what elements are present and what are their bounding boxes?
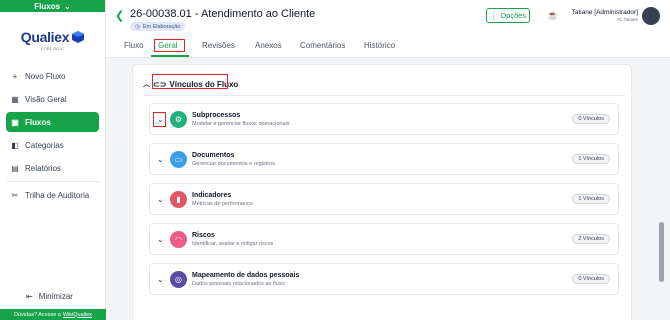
count-badge: 1 Vínculos [572, 154, 610, 164]
audit-icon: ✂ [11, 190, 19, 200]
count-badge: 0 Vínculos [572, 114, 610, 124]
page-header: ❮ 26-00038.01 - Atendimento ao Cliente ◷… [106, 0, 670, 36]
user-name: Tatiane [Administrador] [571, 9, 638, 16]
tab-historico[interactable]: Histórico [364, 41, 395, 50]
avatar[interactable] [642, 7, 660, 25]
logo-icon [72, 31, 85, 43]
tab-bar: Fluxo Geral Revisões Anexos Comentários … [106, 36, 670, 58]
sidebar-item-relatorios[interactable]: ▤ Relatórios [6, 158, 99, 178]
tab-revisoes[interactable]: Revisões [202, 41, 235, 50]
sidebar-item-label: Categorias [25, 140, 64, 150]
row-title: Riscos [192, 232, 215, 239]
report-icon: ▤ [11, 163, 19, 173]
chevron-down-icon: ⌄ [64, 1, 71, 11]
flow-icon: ▣ [11, 117, 19, 127]
sidebar-item-label: Relatórios [25, 163, 62, 173]
row-title: Mapeamento de dados pessoais [192, 272, 300, 279]
row-title: Documentos [192, 152, 235, 159]
options-button[interactable]: ⋮ Opções [486, 8, 530, 23]
sidebar-item-fluxos[interactable]: ▣ Fluxos [6, 112, 99, 132]
database-icon: ◎ [170, 271, 187, 288]
highlight-box [154, 39, 185, 52]
chevron-down-icon[interactable]: ⌄ [157, 155, 164, 164]
sidebar-item-visao-geral[interactable]: ▦ Visão Geral [6, 89, 99, 109]
module-label: Fluxos [34, 1, 61, 11]
tab-fluxo[interactable]: Fluxo [124, 41, 144, 50]
sidebar-nav: + Novo Fluxo ▦ Visão Geral ▣ Fluxos ◧ Ca… [0, 66, 105, 205]
sidebar-item-label: Fluxos [25, 117, 51, 127]
sidebar: Fluxos ⌄ Qualiex FORLOGIC + Novo Fluxo ▦… [0, 0, 106, 320]
main-content: ︿ ⊂⊃ Vínculos do Fluxo ⌄ ⚙ Subprocessos … [106, 58, 654, 320]
chevron-up-icon: ︿ [143, 81, 150, 88]
row-description: Métricas de performance [192, 201, 253, 207]
link-row-subprocessos[interactable]: ⌄ ⚙ Subprocessos Modelar e gerenciar flu… [149, 103, 619, 135]
row-description: Gerenciar documentos e registros [192, 161, 275, 167]
help-text: Dúvidas? Acesse a [14, 311, 61, 318]
active-tab-indicator [151, 55, 189, 57]
clock-icon: ◷ [135, 23, 140, 30]
row-title: Indicadores [192, 192, 232, 199]
count-badge: 1 Vínculos [572, 194, 610, 204]
back-arrow-icon[interactable]: ❮ [115, 9, 124, 22]
folder-icon: ▭ [170, 151, 187, 168]
status-label: Em Elaboração [142, 23, 181, 30]
options-label: Opções [500, 11, 527, 20]
row-title: Subprocessos [192, 112, 241, 119]
sidebar-item-label: Visão Geral [25, 94, 67, 104]
chevron-down-icon[interactable]: ⌄ [157, 235, 164, 244]
row-description: Identificar, avaliar e mitigar riscos [192, 241, 274, 247]
minimize-label: Minimizar [38, 292, 73, 301]
tab-anexos[interactable]: Anexos [255, 41, 282, 50]
divider [6, 181, 99, 182]
links-card: ︿ ⊂⊃ Vínculos do Fluxo ⌄ ⚙ Subprocessos … [132, 64, 632, 320]
collapse-icon: ⇤ [26, 292, 33, 301]
category-icon: ◧ [11, 140, 19, 150]
risk-icon: ◠ [170, 231, 187, 248]
bar-chart-icon: ▮ [170, 191, 187, 208]
link-row-dados-pessoais[interactable]: ⌄ ◎ Mapeamento de dados pessoais Dados p… [149, 263, 619, 295]
sidebar-item-trilha-auditoria[interactable]: ✂ Trilha de Auditoria [6, 185, 99, 205]
tab-comentarios[interactable]: Comentários [300, 41, 345, 50]
scrollbar[interactable] [654, 58, 670, 320]
help-bar: Dúvidas? Acesse a WikiQualiex [0, 309, 106, 320]
sidebar-item-label: Novo Fluxo [25, 71, 66, 81]
dashboard-icon: ▦ [11, 94, 19, 104]
count-badge: 2 Vínculos [572, 234, 610, 244]
sidebar-item-novo-fluxo[interactable]: + Novo Fluxo [6, 66, 99, 86]
logo-subtitle: FORLOGIC [40, 46, 65, 51]
subprocess-icon: ⚙ [170, 111, 187, 128]
user-company: FL Tatiane [617, 17, 638, 22]
coffee-cup-icon[interactable]: ☕ [547, 10, 558, 21]
module-switcher[interactable]: Fluxos ⌄ [0, 0, 105, 12]
divider [143, 95, 625, 96]
scrollbar-thumb[interactable] [659, 222, 664, 282]
user-info[interactable]: Tatiane [Administrador] FL Tatiane [566, 9, 638, 22]
logo-name: Qualiex [20, 29, 70, 45]
minimize-button[interactable]: ⇤ Minimizar [26, 292, 73, 301]
sidebar-item-label: Trilha de Auditoria [25, 190, 90, 200]
logo: Qualiex FORLOGIC [0, 22, 105, 58]
plus-icon: + [12, 71, 18, 81]
link-row-indicadores[interactable]: ⌄ ▮ Indicadores Métricas de performance … [149, 183, 619, 215]
sidebar-item-categorias[interactable]: ◧ Categorias [6, 135, 99, 155]
count-badge: 0 Vínculos [572, 274, 610, 284]
more-vertical-icon: ⋮ [489, 11, 498, 20]
chevron-down-icon[interactable]: ⌄ [157, 195, 164, 204]
row-description: Dados pessoais relacionados ao fluxo [192, 281, 285, 287]
link-row-documentos[interactable]: ⌄ ▭ Documentos Gerenciar documentos e re… [149, 143, 619, 175]
highlight-box [153, 112, 166, 127]
app: Fluxos ⌄ Qualiex FORLOGIC + Novo Fluxo ▦… [0, 0, 670, 320]
row-description: Modelar e gerenciar fluxos operacionais [192, 121, 290, 127]
highlight-box [152, 74, 228, 89]
chevron-down-icon[interactable]: ⌄ [157, 275, 164, 284]
link-row-riscos[interactable]: ⌄ ◠ Riscos Identificar, avaliar e mitiga… [149, 223, 619, 255]
help-link[interactable]: WikiQualiex [63, 312, 92, 318]
page-title: 26-00038.01 - Atendimento ao Cliente [130, 8, 316, 20]
status-badge: ◷ Em Elaboração [130, 22, 186, 31]
